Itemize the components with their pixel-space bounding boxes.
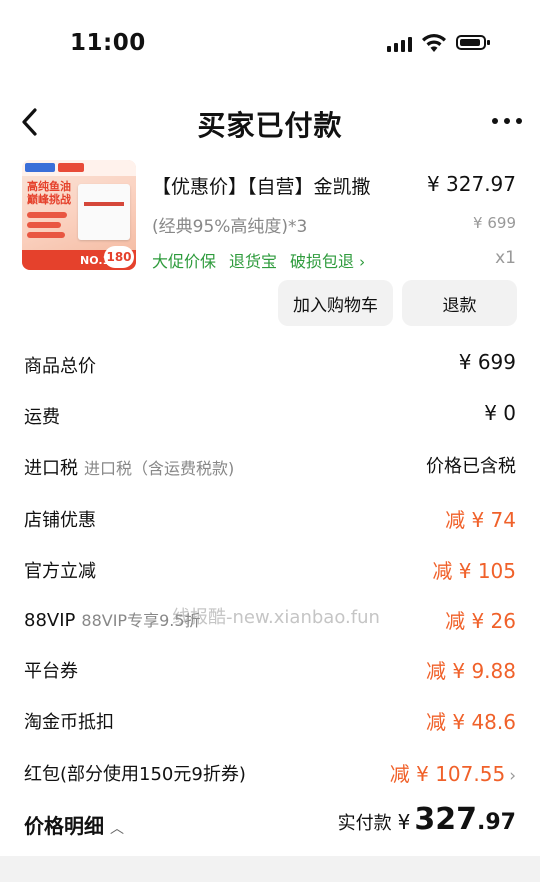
row-label: 运费	[24, 407, 60, 428]
product-quantity: x1	[495, 248, 516, 268]
row-label: 官方立减	[24, 561, 96, 582]
row-sub-label: 进口税（含运费税款)	[84, 459, 235, 478]
row-value: 减 ¥ 74	[445, 508, 516, 532]
row-value: 减 ¥ 107.55 ›	[389, 762, 516, 786]
row-value: ¥ 699	[458, 350, 516, 374]
row-label: 进口税 进口税（含运费税款)	[24, 458, 235, 479]
battery-icon	[456, 35, 490, 50]
brand-tag-icon	[58, 163, 84, 172]
product-price: ¥ 327.97	[426, 172, 516, 196]
more-options-icon[interactable]	[492, 118, 522, 124]
row-value: 减 ¥ 26	[445, 609, 516, 633]
tag-return-insurance: 退货宝	[229, 252, 278, 271]
chevron-right-icon: ›	[359, 253, 366, 271]
tmall-badge-icon	[25, 163, 55, 172]
product-spec: (经典95%高纯度)*3	[152, 217, 308, 237]
row-label: 店铺优惠	[24, 510, 96, 531]
row-value: 减 ¥ 9.88	[426, 659, 516, 683]
price-summary-footer: 价格明细 ︿ 实付款 ¥ 327 .97	[0, 800, 540, 850]
paid-amount-integer: 327	[414, 802, 478, 837]
paid-currency: ¥	[397, 810, 411, 834]
status-time: 11:00	[70, 30, 146, 56]
order-product-card: 高纯鱼油 巅峰挑战 NO.1 180 【优惠价】【自营】金凯撒 ¥ 327.97…	[0, 160, 540, 330]
row-goods-total: 商品总价 ¥ 699	[0, 340, 540, 390]
row-shop-discount: 店铺优惠 减 ¥ 74	[0, 494, 540, 544]
status-bar: 11:00	[0, 0, 540, 90]
chevron-right-icon: ›	[509, 766, 516, 786]
product-title[interactable]: 【优惠价】【自营】金凯撒	[152, 172, 371, 199]
row-shipping: 运费 ¥ 0	[0, 391, 540, 441]
paid-amount-decimal: .97	[477, 810, 516, 835]
row-value: 减 ¥ 48.6	[426, 710, 516, 734]
watermark: 线报酷-new.xianbao.fun	[172, 607, 380, 628]
total-paid: 实付款 ¥ 327 .97	[338, 802, 516, 837]
price-detail-toggle[interactable]: 价格明细 ︿	[24, 810, 124, 839]
paid-label: 实付款	[337, 813, 392, 834]
add-to-cart-button[interactable]: 加入购物车	[278, 280, 393, 326]
row-label: 平台券	[24, 661, 78, 682]
refund-button[interactable]: 退款	[402, 280, 517, 326]
row-official-discount: 官方立减 减 ¥ 105	[0, 545, 540, 595]
product-box-graphic	[78, 184, 130, 240]
price-badge: 180	[104, 246, 134, 268]
product-image-headline: 高纯鱼油 巅峰挑战	[27, 180, 71, 206]
row-label: 红包(部分使用150元9折券)	[24, 764, 246, 785]
bottom-divider	[0, 856, 540, 882]
cellular-signal-icon	[387, 36, 412, 52]
row-value: 价格已含税	[426, 456, 516, 477]
nav-bar: 买家已付款	[0, 92, 540, 152]
service-tags[interactable]: 大促价保 退货宝 破损包退 ›	[152, 248, 365, 272]
product-image[interactable]: 高纯鱼油 巅峰挑战 NO.1 180	[22, 160, 136, 270]
wifi-icon	[422, 34, 446, 52]
row-taojinbi: 淘金币抵扣 减 ¥ 48.6	[0, 696, 540, 746]
product-original-price: ¥ 699	[473, 214, 516, 232]
row-platform-coupon: 平台券 减 ¥ 9.88	[0, 645, 540, 695]
chevron-up-icon: ︿	[110, 821, 124, 837]
page-title: 买家已付款	[197, 109, 343, 142]
row-value: ¥ 0	[484, 401, 516, 425]
feature-pill	[27, 212, 67, 218]
row-label: 淘金币抵扣	[24, 712, 114, 733]
row-label: 商品总价	[24, 356, 96, 377]
row-value: 减 ¥ 105	[432, 559, 516, 583]
tag-price-protect: 大促价保	[152, 252, 217, 271]
tag-damage-refund: 破损包退 ›	[290, 252, 366, 271]
row-red-packet[interactable]: 红包(部分使用150元9折券) 减 ¥ 107.55 ›	[0, 748, 540, 798]
feature-pill	[27, 232, 65, 238]
row-import-tax: 进口税 进口税（含运费税款) 价格已含税	[0, 442, 540, 492]
feature-pill	[27, 222, 61, 228]
